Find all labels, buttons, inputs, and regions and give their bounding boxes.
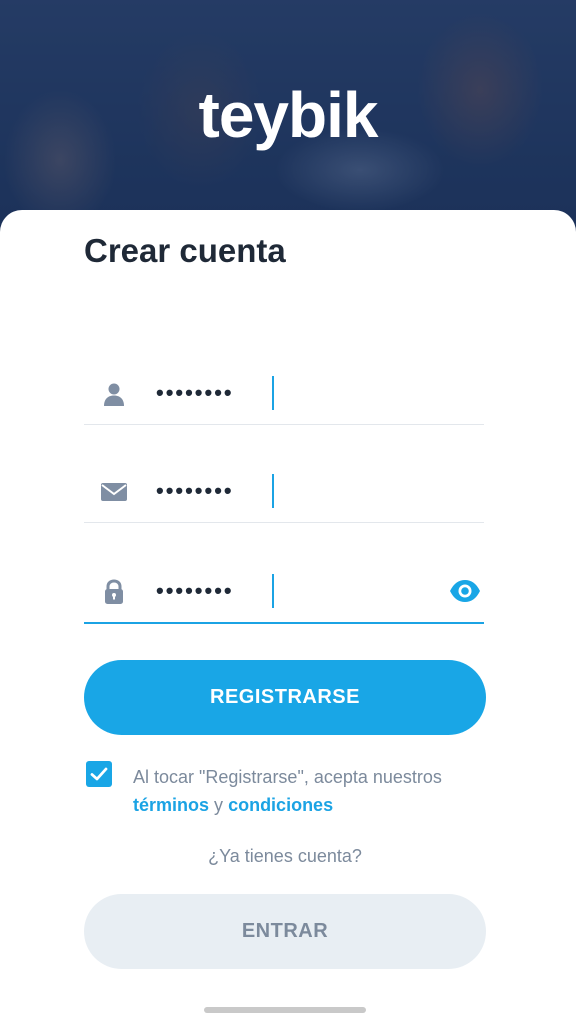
have-account-text: ¿Ya tienes cuenta?	[208, 846, 362, 866]
home-indicator[interactable]	[204, 1007, 366, 1013]
terms-checkbox[interactable]	[86, 761, 112, 787]
email-value: ••••••••	[156, 478, 234, 503]
terms-text: Al tocar "Registrarse", acepta nuestros …	[133, 763, 493, 819]
password-value: ••••••••	[156, 578, 234, 603]
terms-prefix: Al tocar "Registrarse", acepta nuestros	[133, 767, 442, 787]
password-field[interactable]: ••••••••	[84, 562, 484, 624]
eye-icon[interactable]	[448, 576, 482, 606]
text-caret	[272, 474, 274, 508]
app-logo: teybik	[198, 79, 379, 151]
login-button[interactable]: ENTRAR	[84, 894, 486, 969]
page-title: Crear cuenta	[84, 232, 286, 269]
terms-connector: y	[214, 795, 224, 815]
text-caret	[272, 574, 274, 608]
text-caret	[272, 376, 274, 410]
conditions-link[interactable]: condiciones	[228, 795, 333, 815]
username-value: ••••••••	[156, 380, 234, 405]
email-field[interactable]: ••••••••	[84, 462, 484, 523]
checkmark-icon	[90, 767, 108, 781]
mail-icon	[101, 483, 127, 501]
username-field[interactable]: ••••••••	[84, 364, 484, 425]
register-button[interactable]: REGISTRARSE	[84, 660, 486, 735]
lock-icon	[105, 579, 123, 604]
user-icon	[104, 383, 124, 406]
terms-link[interactable]: términos	[133, 795, 209, 815]
